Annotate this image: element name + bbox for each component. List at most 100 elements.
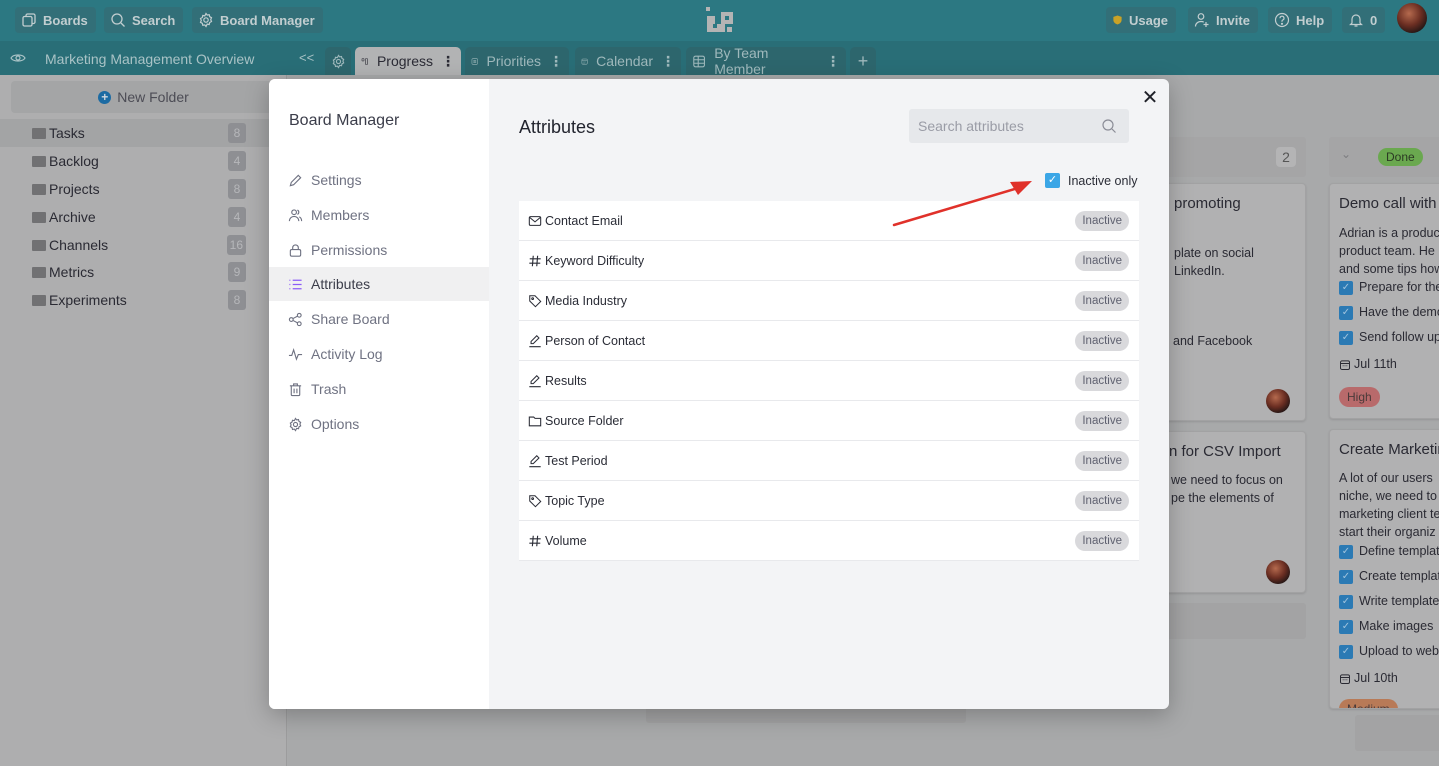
checkbox-checked[interactable]: ✓: [1339, 595, 1353, 609]
card-description: pe the elements of: [1171, 491, 1274, 505]
inactive-only-toggle[interactable]: ✓ Inactive only: [1045, 173, 1137, 188]
add-card-area[interactable]: [1355, 715, 1439, 751]
notifications-count: 0: [1370, 12, 1378, 28]
assignee-avatar[interactable]: [1266, 389, 1290, 413]
task-card[interactable]: Demo call with ... Adrian is a produc pr…: [1329, 183, 1439, 419]
nav-label: Trash: [311, 381, 347, 397]
assignee-avatar[interactable]: [1266, 560, 1290, 584]
attribute-list: Contact Email Inactive Keyword Difficult…: [519, 201, 1139, 561]
checkbox-checked[interactable]: ✓: [1339, 331, 1353, 345]
plus-circle-icon: +: [98, 90, 112, 104]
user-avatar[interactable]: [1397, 3, 1427, 33]
board-title[interactable]: Marketing Management Overview: [45, 51, 254, 67]
status-badge: Inactive: [1075, 410, 1129, 431]
invite-button[interactable]: Invite: [1188, 7, 1258, 33]
usage-button[interactable]: Usage: [1106, 7, 1176, 33]
nav-item-options[interactable]: Options: [269, 407, 489, 441]
attribute-row[interactable]: Results Inactive: [519, 361, 1139, 401]
card-title: Demo call with ...: [1339, 195, 1439, 212]
attribute-row[interactable]: Contact Email Inactive: [519, 201, 1139, 241]
nav-item-share-board[interactable]: Share Board: [269, 302, 489, 336]
modal-nav-title: Board Manager: [289, 112, 400, 129]
table-icon: [693, 55, 705, 67]
checklist-item: Create templat: [1359, 569, 1439, 583]
inactive-only-checkbox[interactable]: ✓: [1045, 173, 1060, 188]
attributes-panel: Attributes ✕ ✓ Inactive only Contact Ema…: [489, 79, 1169, 709]
attribute-row[interactable]: Topic Type Inactive: [519, 481, 1139, 521]
search-button[interactable]: Search: [104, 7, 184, 33]
eye-icon[interactable]: [10, 52, 26, 64]
tab-menu-icon[interactable]: ⋮: [826, 53, 840, 70]
nav-item-settings[interactable]: Settings: [269, 163, 489, 197]
checkbox-checked[interactable]: ✓: [1339, 545, 1353, 559]
add-user-icon: [1194, 13, 1209, 27]
folder-item[interactable]: Archive 4: [0, 203, 287, 231]
attribute-name: Topic Type: [545, 493, 605, 508]
close-button[interactable]: ✕: [1139, 87, 1161, 109]
nav-item-members[interactable]: Members: [269, 198, 489, 232]
status-label: Done: [1378, 148, 1423, 166]
card-title: Create Marketin: [1339, 441, 1439, 458]
attribute-row[interactable]: Media Industry Inactive: [519, 281, 1139, 321]
invite-label: Invite: [1216, 12, 1250, 28]
search-attributes-input[interactable]: [909, 109, 1099, 143]
app-logo[interactable]: [705, 6, 735, 34]
attribute-row[interactable]: Keyword Difficulty Inactive: [519, 241, 1139, 281]
board-manager-modal: Board Manager Settings Members Permissio…: [269, 79, 1169, 709]
folder-item[interactable]: Tasks 8: [0, 119, 287, 147]
search-icon[interactable]: [1101, 118, 1117, 134]
attribute-row[interactable]: Test Period Inactive: [519, 441, 1139, 481]
folder-name: Backlog: [49, 153, 99, 169]
board-settings-tab[interactable]: [325, 47, 351, 75]
checkbox-checked[interactable]: ✓: [1339, 306, 1353, 320]
checkbox-checked[interactable]: ✓: [1339, 620, 1353, 634]
task-card[interactable]: Create Marketin A lot of our users niche…: [1329, 429, 1439, 709]
tab-menu-icon[interactable]: ⋮: [441, 53, 455, 70]
board-manager-button[interactable]: Board Manager: [192, 7, 323, 33]
tab-by-team-member[interactable]: By Team Member ⋮: [686, 45, 846, 77]
folder-item[interactable]: Metrics 9: [0, 258, 287, 286]
list-icon: [289, 279, 302, 289]
help-button[interactable]: Help: [1268, 7, 1333, 33]
attribute-row[interactable]: Source Folder Inactive: [519, 401, 1139, 441]
checkbox-checked[interactable]: ✓: [1339, 281, 1353, 295]
new-folder-button[interactable]: + New Folder: [11, 81, 276, 113]
checkbox-checked[interactable]: ✓: [1339, 570, 1353, 584]
nav-item-permissions[interactable]: Permissions: [269, 233, 489, 267]
folder-count: 8: [228, 290, 246, 310]
status-badge: Inactive: [1075, 210, 1129, 231]
search-icon: [111, 13, 125, 27]
attribute-row[interactable]: Volume Inactive: [519, 521, 1139, 561]
checklist-item: Make images: [1359, 619, 1434, 633]
folder-item[interactable]: Backlog 4: [0, 147, 287, 175]
chevron-down-icon[interactable]: ⌄: [1341, 147, 1351, 161]
folder-icon: [32, 294, 46, 306]
tab-calendar[interactable]: Calendar ⋮: [575, 47, 681, 75]
plus-icon: +: [857, 50, 869, 71]
checklist-item: Have the demo: [1359, 305, 1439, 319]
calendar-icon: [581, 58, 588, 64]
nav-item-trash[interactable]: Trash: [269, 372, 489, 406]
card-title: n for CSV Import: [1169, 443, 1281, 460]
boards-label: Boards: [43, 12, 88, 28]
folder-icon: [32, 127, 46, 139]
tab-menu-icon[interactable]: ⋮: [661, 53, 675, 70]
folder-item[interactable]: Experiments 8: [0, 286, 287, 314]
notifications-button[interactable]: 0: [1342, 7, 1386, 33]
attribute-row[interactable]: Person of Contact Inactive: [519, 321, 1139, 361]
attribute-name: Results: [545, 373, 587, 388]
nav-item-attributes[interactable]: Attributes: [269, 267, 489, 301]
add-view-button[interactable]: +: [850, 47, 876, 75]
nav-item-activity-log[interactable]: Activity Log: [269, 337, 489, 371]
tab-menu-icon[interactable]: ⋮: [549, 53, 563, 70]
card-description: A lot of our users: [1339, 471, 1433, 485]
lock-icon: [289, 243, 302, 257]
folder-item[interactable]: Projects 8: [0, 175, 287, 203]
collapse-sidebar-button[interactable]: <<: [299, 50, 314, 65]
tab-priorities[interactable]: Priorities ⋮: [465, 47, 569, 75]
boards-button[interactable]: Boards: [15, 7, 96, 33]
tab-progress[interactable]: Progress ⋮: [355, 47, 461, 75]
folder-item[interactable]: Channels 16: [0, 231, 287, 259]
checkbox-checked[interactable]: ✓: [1339, 645, 1353, 659]
checklist-item: Define templat: [1359, 544, 1439, 558]
